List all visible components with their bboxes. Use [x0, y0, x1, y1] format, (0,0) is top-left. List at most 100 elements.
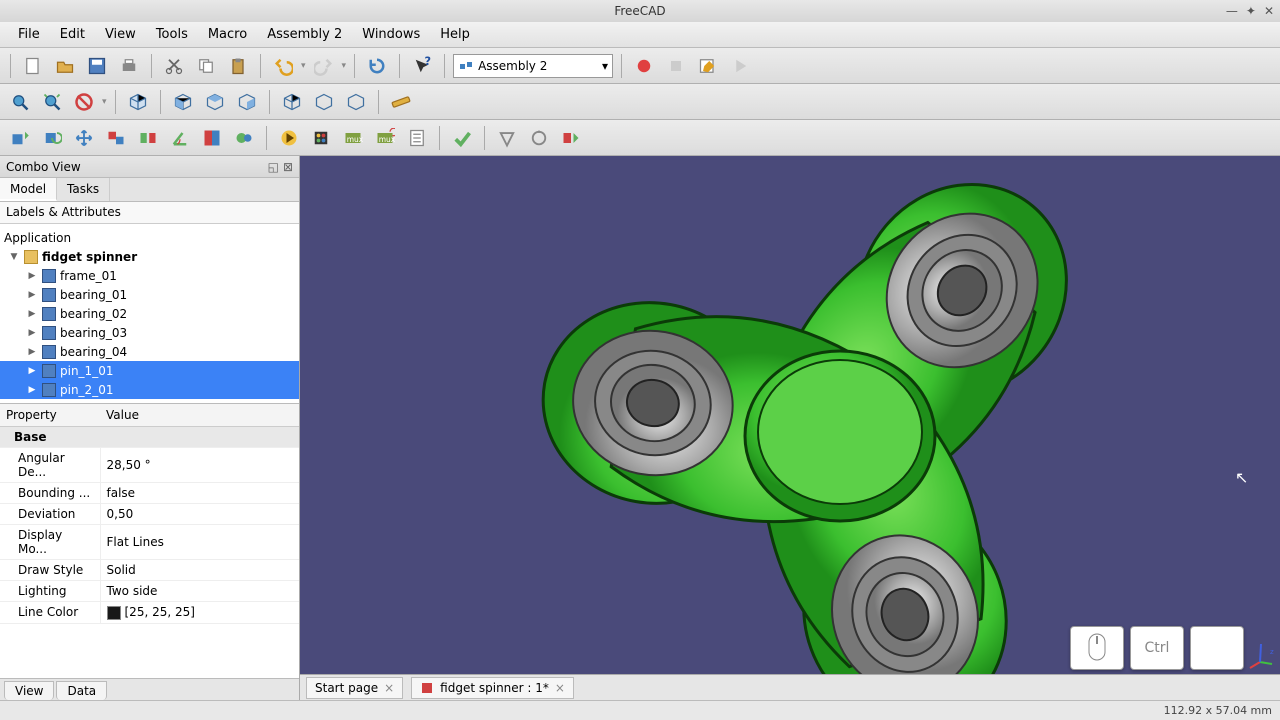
measure-button[interactable]: [387, 88, 415, 116]
expand-icon[interactable]: ▶: [26, 290, 38, 300]
bolt-circle-button[interactable]: [525, 124, 553, 152]
tree-application[interactable]: Application: [0, 228, 299, 247]
menu-tools[interactable]: Tools: [146, 24, 198, 45]
new-doc-button[interactable]: [19, 52, 47, 80]
tree-item-pin1[interactable]: ▶pin_1_01: [0, 361, 299, 380]
expand-icon[interactable]: ▶: [26, 347, 38, 357]
cut-button[interactable]: [160, 52, 188, 80]
move-part-button[interactable]: [70, 124, 98, 152]
undo-button[interactable]: [269, 52, 297, 80]
prop-display-mode[interactable]: Display Mo...Flat Lines: [0, 525, 299, 560]
prop-draw-style[interactable]: Draw StyleSolid: [0, 560, 299, 581]
section-base[interactable]: Base: [0, 427, 299, 448]
redo-dropdown-icon[interactable]: ▾: [342, 61, 347, 71]
animate-button[interactable]: [307, 124, 335, 152]
tab-tasks[interactable]: Tasks: [57, 178, 110, 201]
property-tabs: View Data: [0, 678, 299, 700]
close-button[interactable]: ✕: [1264, 4, 1274, 18]
bottom-view-button[interactable]: [310, 88, 338, 116]
expand-icon[interactable]: ▶: [26, 366, 38, 376]
front-view-button[interactable]: [169, 88, 197, 116]
prop-deviation[interactable]: Deviation0,50: [0, 504, 299, 525]
update-parts-button[interactable]: [38, 124, 66, 152]
whats-this-button[interactable]: ?: [408, 52, 436, 80]
macro-stop-button[interactable]: [662, 52, 690, 80]
macro-play-button[interactable]: [726, 52, 754, 80]
tree-item-bearing03[interactable]: ▶bearing_03: [0, 323, 299, 342]
rear-view-button[interactable]: [278, 88, 306, 116]
menu-view[interactable]: View: [95, 24, 146, 45]
3d-viewport[interactable]: ↖ Ctrl z Start page × fidget spinner : 1…: [300, 156, 1280, 700]
part-icon: [42, 345, 56, 359]
prop-line-color[interactable]: Line Color[25, 25, 25]: [0, 602, 299, 624]
menu-file[interactable]: File: [8, 24, 50, 45]
panel-close-icon[interactable]: ⊠: [283, 160, 293, 174]
expand-icon[interactable]: ▶: [26, 271, 38, 281]
left-view-button[interactable]: [342, 88, 370, 116]
right-view-button[interactable]: [233, 88, 261, 116]
tree-item-bearing04[interactable]: ▶bearing_04: [0, 342, 299, 361]
constraint-axial-button[interactable]: [134, 124, 162, 152]
tree-item-frame[interactable]: ▶frame_01: [0, 266, 299, 285]
constraint-plane-button[interactable]: [102, 124, 130, 152]
maximize-button[interactable]: ✦: [1246, 4, 1256, 18]
menu-macro[interactable]: Macro: [198, 24, 257, 45]
macro-edit-button[interactable]: [694, 52, 722, 80]
parts-list-button[interactable]: [403, 124, 431, 152]
print-button[interactable]: [115, 52, 143, 80]
statusbar: 112.92 x 57.04 mm: [0, 700, 1280, 720]
check-assembly-button[interactable]: [448, 124, 476, 152]
labels-attributes-header[interactable]: Labels & Attributes: [0, 202, 299, 224]
tab-view[interactable]: View: [4, 681, 54, 700]
menu-assembly2[interactable]: Assembly 2: [257, 24, 352, 45]
zoom-fit-button[interactable]: [6, 88, 34, 116]
mux-button[interactable]: mux: [339, 124, 367, 152]
top-view-button[interactable]: [201, 88, 229, 116]
open-doc-button[interactable]: [51, 52, 79, 80]
menu-help[interactable]: Help: [430, 24, 480, 45]
tree-item-pin2[interactable]: ▶pin_2_01: [0, 380, 299, 399]
constraint-angle-button[interactable]: [166, 124, 194, 152]
mux-refresh-button[interactable]: mux: [371, 124, 399, 152]
draw-style-dropdown[interactable]: ▾: [102, 97, 107, 107]
minimize-button[interactable]: —: [1226, 4, 1238, 18]
save-button[interactable]: [83, 52, 111, 80]
prop-angular-deviation[interactable]: Angular De...28,50 °: [0, 448, 299, 483]
tree-item-bearing02[interactable]: ▶bearing_02: [0, 304, 299, 323]
property-header[interactable]: Property: [0, 404, 100, 427]
draw-style-button[interactable]: [70, 88, 98, 116]
refresh-button[interactable]: [363, 52, 391, 80]
doc-tab-fidgetspinner[interactable]: fidget spinner : 1* ×: [411, 677, 574, 699]
doc-tab-startpage[interactable]: Start page ×: [306, 677, 403, 699]
tree-item-bearing01[interactable]: ▶bearing_01: [0, 285, 299, 304]
workbench-select[interactable]: Assembly 2 ▾: [453, 54, 613, 78]
degrees-freedom-button[interactable]: [493, 124, 521, 152]
expand-icon[interactable]: ▶: [26, 385, 38, 395]
prop-bounding-box[interactable]: Bounding ...false: [0, 483, 299, 504]
redo-button[interactable]: [310, 52, 338, 80]
close-tab-icon[interactable]: ×: [555, 681, 565, 695]
constraint-circular-button[interactable]: [230, 124, 258, 152]
prop-lighting[interactable]: LightingTwo side: [0, 581, 299, 602]
solve-button[interactable]: [275, 124, 303, 152]
import-part-button[interactable]: [6, 124, 34, 152]
value-header[interactable]: Value: [100, 404, 299, 427]
expand-icon[interactable]: ▼: [8, 252, 20, 262]
expand-icon[interactable]: ▶: [26, 309, 38, 319]
tree-root[interactable]: ▼ fidget spinner: [0, 247, 299, 266]
constraint-edge-button[interactable]: [198, 124, 226, 152]
isometric-view-button[interactable]: [124, 88, 152, 116]
flip-constraint-button[interactable]: [557, 124, 585, 152]
undo-dropdown-icon[interactable]: ▾: [301, 61, 306, 71]
tab-model[interactable]: Model: [0, 178, 57, 201]
paste-button[interactable]: [224, 52, 252, 80]
tab-data[interactable]: Data: [56, 681, 107, 700]
copy-button[interactable]: [192, 52, 220, 80]
menu-edit[interactable]: Edit: [50, 24, 95, 45]
menu-windows[interactable]: Windows: [352, 24, 430, 45]
macro-record-button[interactable]: [630, 52, 658, 80]
close-tab-icon[interactable]: ×: [384, 681, 394, 695]
expand-icon[interactable]: ▶: [26, 328, 38, 338]
zoom-selection-button[interactable]: [38, 88, 66, 116]
panel-float-icon[interactable]: ◱: [268, 160, 279, 174]
